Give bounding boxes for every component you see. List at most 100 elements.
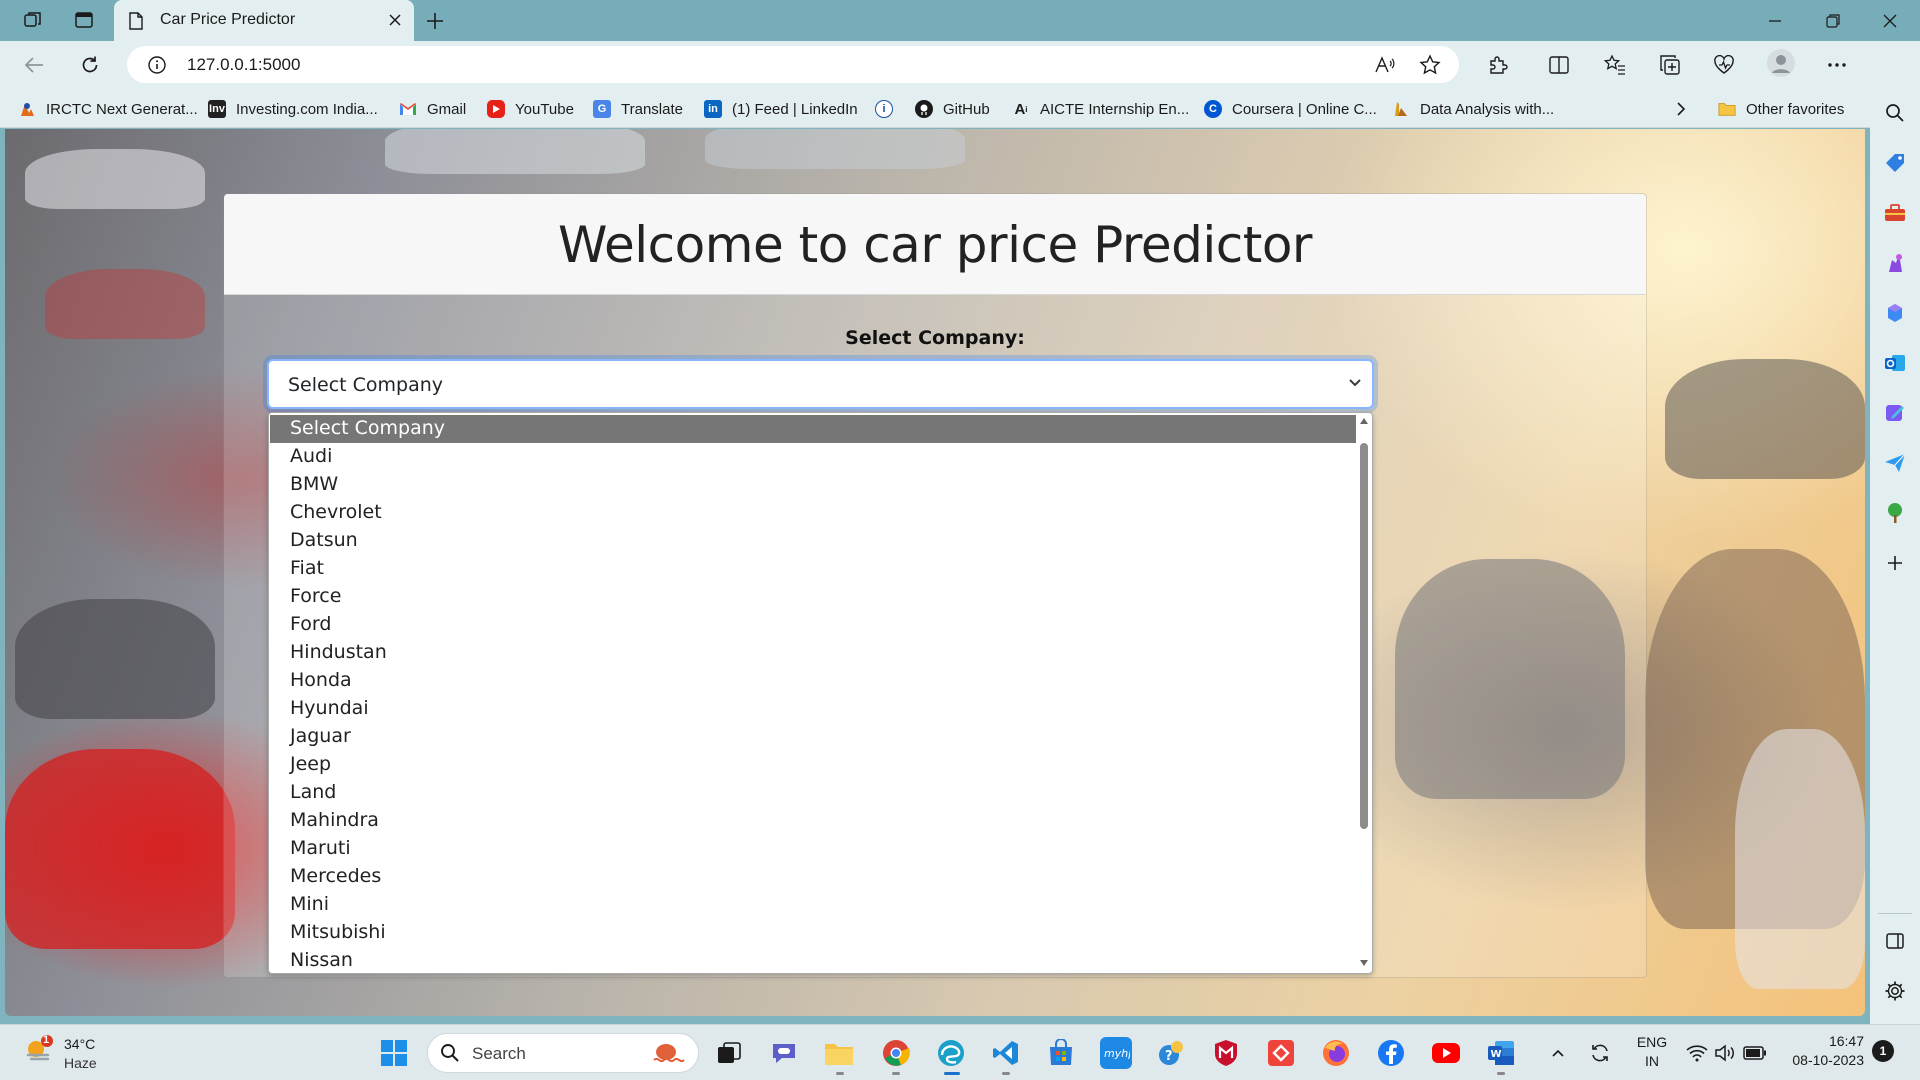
volume-icon[interactable]	[1712, 1037, 1738, 1069]
site-info-icon[interactable]	[147, 55, 167, 75]
dropdown-option[interactable]: Honda	[270, 667, 1356, 695]
language-bottom[interactable]: IN	[1636, 1053, 1668, 1069]
dropdown-option[interactable]: Mahindra	[270, 807, 1356, 835]
favorites-icon[interactable]	[1603, 53, 1627, 77]
browser-essentials-icon[interactable]	[1712, 53, 1736, 77]
bookmark-irctc[interactable]: IRCTC Next Generat...	[18, 98, 198, 120]
read-aloud-icon[interactable]	[1374, 54, 1396, 76]
tab-actions-icon[interactable]	[69, 6, 99, 34]
bookmark-github[interactable]: GitHub	[915, 98, 990, 120]
refresh-icon[interactable]	[74, 50, 106, 80]
dropdown-scrollbar[interactable]	[1356, 413, 1372, 973]
outlook-icon[interactable]	[1883, 351, 1907, 375]
clock-date[interactable]: 08-10-2023	[1778, 1052, 1864, 1068]
mcafee-icon[interactable]	[1210, 1037, 1242, 1069]
dropdown-option[interactable]: Ford	[270, 611, 1356, 639]
add-icon[interactable]	[1883, 551, 1907, 575]
restore-icon[interactable]	[1803, 0, 1863, 41]
collections-icon[interactable]	[1658, 53, 1682, 77]
dropdown-option[interactable]: Chevrolet	[270, 499, 1356, 527]
bookmark-investing[interactable]: Inv Investing.com India...	[208, 98, 378, 120]
scroll-down-arrow-icon[interactable]	[1359, 959, 1369, 967]
bookmark-translate[interactable]: G Translate	[593, 98, 683, 120]
active-tab[interactable]: Car Price Predictor	[114, 0, 414, 41]
dropdown-option[interactable]: Land	[270, 779, 1356, 807]
new-tab-icon[interactable]	[421, 7, 449, 35]
bookmarks-overflow-chevron-icon[interactable]	[1676, 98, 1686, 120]
close-tab-icon[interactable]	[384, 9, 406, 31]
dropdown-option[interactable]: Audi	[270, 443, 1356, 471]
hide-sidebar-icon[interactable]	[1883, 929, 1907, 953]
battery-icon[interactable]	[1742, 1037, 1768, 1069]
url-text[interactable]: 127.0.0.1:5000	[187, 55, 300, 75]
file-explorer-icon[interactable]	[823, 1037, 855, 1069]
bookmark-info[interactable]: i	[875, 98, 893, 120]
back-icon[interactable]	[18, 50, 50, 80]
notification-badge[interactable]: 1	[1872, 1040, 1894, 1062]
send-icon[interactable]	[1883, 451, 1907, 475]
dropdown-option[interactable]: Jaguar	[270, 723, 1356, 751]
show-hidden-icons-chevron-icon[interactable]	[1546, 1037, 1570, 1069]
bookmark-data-analysis[interactable]: Data Analysis with...	[1392, 98, 1554, 120]
bookmark-linkedin[interactable]: in (1) Feed | LinkedIn	[704, 98, 858, 120]
youtube-app-icon[interactable]	[1430, 1037, 1462, 1069]
dropdown-option[interactable]: Jeep	[270, 751, 1356, 779]
dropdown-option[interactable]: Mercedes	[270, 863, 1356, 891]
dropdown-option[interactable]: Fiat	[270, 555, 1356, 583]
anydesk-icon[interactable]	[1265, 1037, 1297, 1069]
designer-icon[interactable]	[1883, 401, 1907, 425]
dropdown-option[interactable]: Hyundai	[270, 695, 1356, 723]
settings-gear-icon[interactable]	[1883, 979, 1907, 1003]
dropdown-option[interactable]: Maruti	[270, 835, 1356, 863]
tools-icon[interactable]	[1883, 201, 1907, 225]
weather-widget[interactable]: 1 34°C Haze	[24, 1034, 97, 1071]
extensions-icon[interactable]	[1486, 53, 1510, 77]
facebook-icon[interactable]	[1375, 1037, 1407, 1069]
wifi-icon[interactable]	[1684, 1037, 1710, 1069]
edge-icon[interactable]	[935, 1037, 967, 1069]
more-options-icon[interactable]	[1825, 53, 1849, 77]
split-screen-icon[interactable]	[1547, 53, 1571, 77]
dropdown-option[interactable]: Mitsubishi	[270, 919, 1356, 947]
sync-icon[interactable]	[1586, 1037, 1614, 1069]
clock-time[interactable]: 16:47	[1778, 1033, 1864, 1049]
company-select[interactable]: Select Company	[267, 359, 1374, 409]
tree-icon[interactable]	[1883, 501, 1907, 525]
close-window-icon[interactable]	[1860, 0, 1920, 41]
taskbar-search[interactable]: Search	[427, 1033, 699, 1073]
search-icon[interactable]	[1883, 101, 1907, 125]
company-dropdown-list[interactable]: Select Company Audi BMW Chevrolet Datsun…	[268, 412, 1373, 974]
microsoft-store-icon[interactable]	[1045, 1037, 1077, 1069]
get-help-icon[interactable]: ?	[1155, 1037, 1187, 1069]
word-icon[interactable]: W	[1485, 1037, 1517, 1069]
microsoft-365-icon[interactable]	[1883, 301, 1907, 325]
other-favorites-folder[interactable]: Other favorites	[1718, 98, 1844, 120]
address-bar[interactable]: 127.0.0.1:5000	[127, 46, 1459, 83]
favorite-star-icon[interactable]	[1419, 54, 1441, 76]
dropdown-option[interactable]: Hindustan	[270, 639, 1356, 667]
dropdown-option[interactable]: Select Company	[270, 415, 1356, 443]
bookmark-youtube[interactable]: YouTube	[487, 98, 574, 120]
scrollbar-thumb[interactable]	[1360, 443, 1368, 829]
dropdown-option[interactable]: BMW	[270, 471, 1356, 499]
language-top[interactable]: ENG	[1636, 1034, 1668, 1050]
dropdown-option[interactable]: Nissan	[270, 947, 1356, 973]
dropdown-option[interactable]: Mini	[270, 891, 1356, 919]
games-icon[interactable]	[1883, 251, 1907, 275]
dropdown-option[interactable]: Force	[270, 583, 1356, 611]
shopping-icon[interactable]	[1883, 151, 1907, 175]
start-windows-icon[interactable]	[378, 1037, 410, 1069]
task-view-icon[interactable]	[713, 1037, 745, 1069]
vscode-icon[interactable]	[990, 1037, 1022, 1069]
dropdown-option[interactable]: Datsun	[270, 527, 1356, 555]
profile-avatar[interactable]	[1767, 49, 1795, 77]
teams-chat-icon[interactable]	[768, 1037, 800, 1069]
firefox-icon[interactable]	[1320, 1037, 1352, 1069]
bookmark-aicte[interactable]: Ai AICTE Internship En...	[1012, 98, 1189, 120]
scroll-up-arrow-icon[interactable]	[1359, 417, 1369, 425]
bookmark-gmail[interactable]: Gmail	[399, 98, 466, 120]
minimize-icon[interactable]	[1745, 0, 1805, 41]
workspaces-icon[interactable]	[18, 6, 48, 34]
bookmark-coursera[interactable]: C Coursera | Online C...	[1204, 98, 1377, 120]
myhp-icon[interactable]: myhp	[1100, 1037, 1132, 1069]
